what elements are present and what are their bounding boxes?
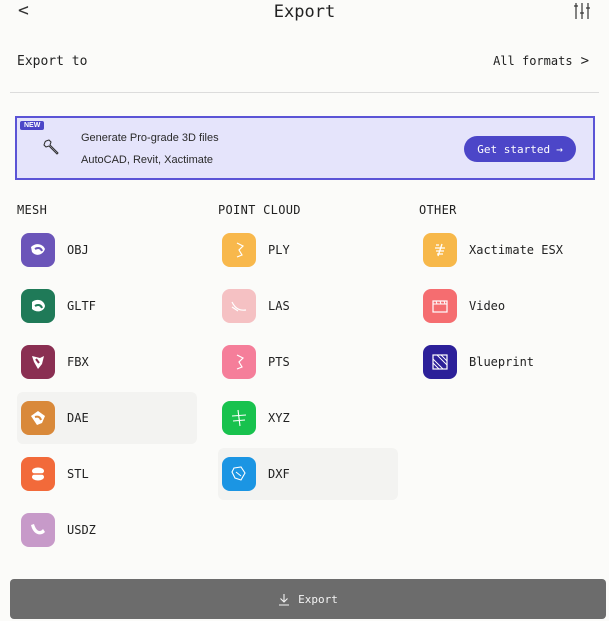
format-item-dxf[interactable]: DXF bbox=[218, 448, 398, 500]
mesh-heading: MESH bbox=[17, 203, 48, 217]
format-item-video[interactable]: Video bbox=[419, 280, 599, 332]
fbx-icon bbox=[21, 345, 55, 379]
other-heading: OTHER bbox=[419, 203, 457, 217]
format-item-fbx[interactable]: FBX bbox=[17, 336, 197, 388]
blueprint-icon bbox=[423, 345, 457, 379]
xactimate-icon bbox=[423, 233, 457, 267]
page-title: Export bbox=[273, 2, 336, 22]
all-formats-select[interactable]: All formats > bbox=[493, 53, 589, 69]
promo-subtitle: AutoCAD, Revit, Xactimate bbox=[81, 154, 214, 166]
format-item-xactimate[interactable]: Xactimate ESX bbox=[419, 224, 599, 276]
arrow-right-icon: → bbox=[556, 142, 563, 156]
format-item-las[interactable]: LAS bbox=[218, 280, 398, 332]
dxf-icon bbox=[222, 457, 256, 491]
promo-title: Generate Pro-grade 3D files bbox=[81, 132, 219, 144]
export-button-label: Export bbox=[298, 592, 338, 606]
format-item-xyz[interactable]: XYZ bbox=[218, 392, 398, 444]
format-item-gltf[interactable]: GLTF bbox=[17, 280, 197, 332]
export-button[interactable]: Export bbox=[10, 579, 606, 619]
new-badge: NEW bbox=[20, 121, 45, 130]
las-icon bbox=[222, 289, 256, 323]
format-item-blueprint[interactable]: Blueprint bbox=[419, 336, 599, 388]
obj-icon bbox=[21, 233, 55, 267]
usdz-icon bbox=[21, 513, 55, 547]
format-item-ply[interactable]: PLY bbox=[218, 224, 398, 276]
video-icon bbox=[423, 289, 457, 323]
format-label: OBJ bbox=[67, 243, 89, 257]
format-item-dae[interactable]: DAE bbox=[17, 392, 197, 444]
get-started-label: Get started bbox=[477, 142, 551, 156]
format-label: Xactimate ESX bbox=[469, 243, 563, 257]
xyz-icon bbox=[222, 401, 256, 435]
format-label: Blueprint bbox=[469, 355, 535, 369]
format-item-stl[interactable]: STL bbox=[17, 448, 197, 500]
ply-icon bbox=[222, 233, 256, 267]
export-to-label: Export to bbox=[17, 54, 88, 69]
divider bbox=[10, 92, 599, 93]
format-label: XYZ bbox=[268, 411, 290, 425]
wrench-icon bbox=[43, 139, 59, 155]
point-cloud-heading: POINT CLOUD bbox=[218, 203, 301, 217]
format-label: USDZ bbox=[67, 523, 96, 537]
pts-icon bbox=[222, 345, 256, 379]
format-item-usdz[interactable]: USDZ bbox=[17, 504, 197, 556]
format-label: FBX bbox=[67, 355, 89, 369]
format-item-pts[interactable]: PTS bbox=[218, 336, 398, 388]
download-icon bbox=[279, 593, 290, 606]
format-label: PTS bbox=[268, 355, 290, 369]
format-label: GLTF bbox=[67, 299, 96, 313]
format-label: PLY bbox=[268, 243, 290, 257]
chevron-right-icon: > bbox=[580, 53, 589, 69]
format-label: DAE bbox=[67, 411, 89, 425]
top-bar: < Export bbox=[0, 0, 609, 26]
format-label: Video bbox=[469, 299, 506, 313]
format-label: STL bbox=[67, 467, 89, 481]
dae-icon bbox=[21, 401, 55, 435]
get-started-button[interactable]: Get started → bbox=[464, 136, 576, 162]
format-item-obj[interactable]: OBJ bbox=[17, 224, 197, 276]
format-label: DXF bbox=[268, 467, 290, 481]
promo-banner: NEW Generate Pro-grade 3D files AutoCAD,… bbox=[15, 116, 595, 180]
gltf-icon bbox=[21, 289, 55, 323]
format-label: LAS bbox=[268, 299, 290, 313]
stl-icon bbox=[21, 457, 55, 491]
all-formats-value: All formats bbox=[493, 54, 573, 68]
sliders-icon[interactable] bbox=[573, 2, 591, 20]
